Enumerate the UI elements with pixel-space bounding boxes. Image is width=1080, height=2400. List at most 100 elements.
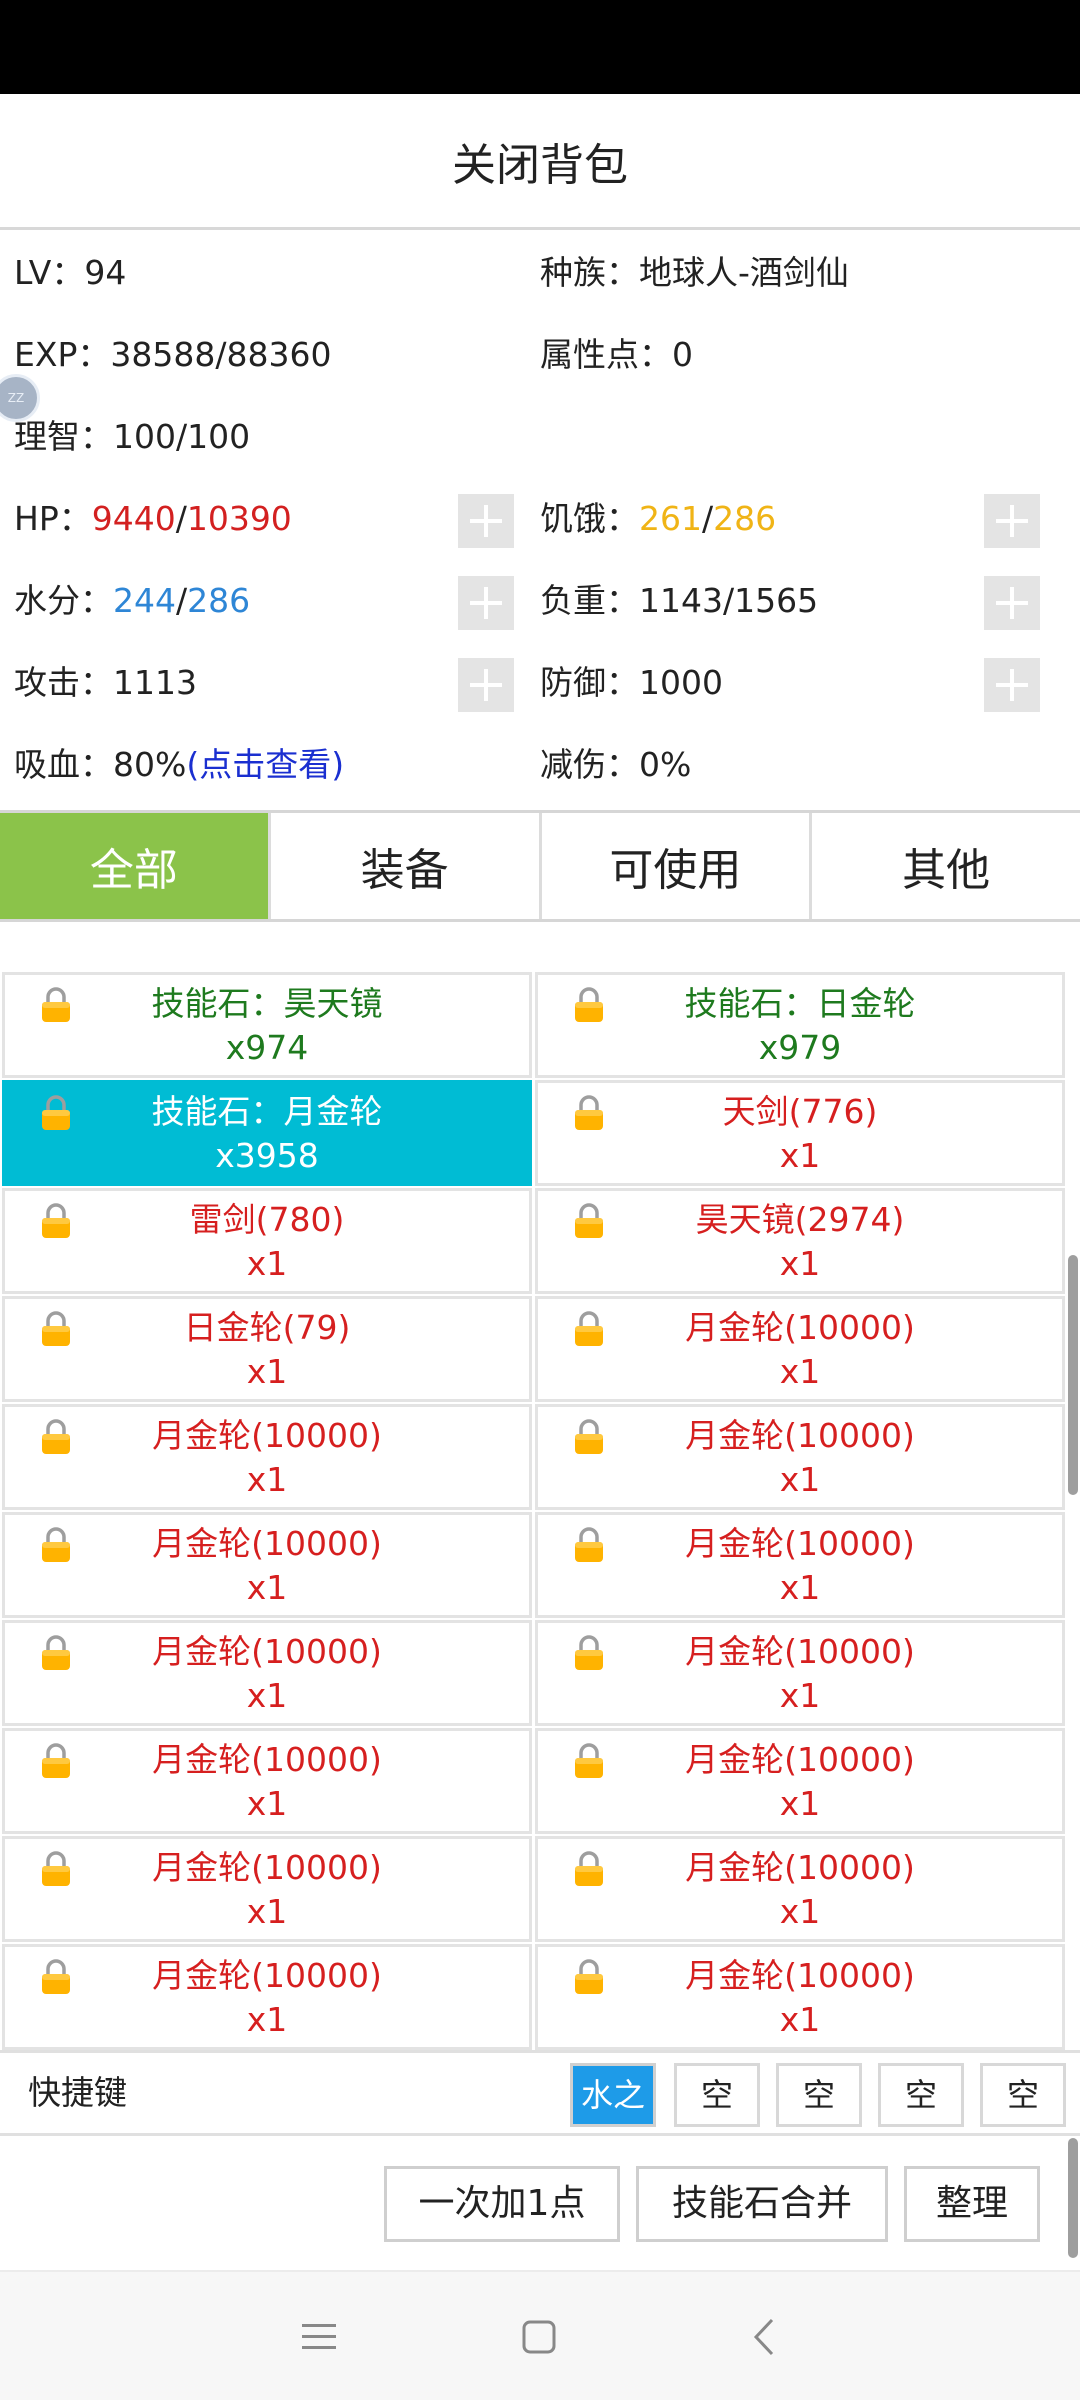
item-name: 月金轮(10000)	[685, 1308, 915, 1347]
add-attack-button[interactable]	[458, 658, 514, 712]
inventory-item[interactable]: 月金轮(10000) x1	[2, 1728, 532, 1834]
inventory-item[interactable]: 月金轮(10000) x1	[535, 1728, 1065, 1834]
item-count: x1	[246, 1784, 288, 1823]
item-count: x1	[779, 1136, 821, 1175]
item-name: 月金轮(10000)	[152, 1848, 382, 1887]
inventory-item[interactable]: 雷剑(780) x1	[2, 1188, 532, 1294]
tab-usable[interactable]: 可使用	[541, 813, 813, 919]
menu-icon[interactable]	[294, 2312, 344, 2362]
add-one-point-button[interactable]: 一次加1点	[384, 2166, 620, 2242]
item-count: x1	[779, 1892, 821, 1931]
item-count: x1	[779, 1784, 821, 1823]
stat-level: LV：94	[14, 253, 127, 292]
add-water-button[interactable]	[458, 576, 514, 630]
stat-water: 水分：244/286	[14, 581, 251, 620]
tab-other[interactable]: 其他	[812, 813, 1080, 919]
inventory-item[interactable]: 天剑(776) x1	[535, 1080, 1065, 1186]
add-defense-button[interactable]	[984, 658, 1040, 712]
item-count: x1	[246, 2000, 288, 2039]
stat-attack: 攻击：1113	[14, 663, 197, 702]
stat-damage-reduction: 减伤：0%	[540, 745, 692, 784]
item-name: 雷剑(780)	[189, 1200, 345, 1239]
shortcut-label: 快捷键	[28, 2073, 127, 2112]
stat-lifesteal: 吸血：80%(点击查看)	[14, 745, 345, 784]
inventory-grid: 技能石：昊天镜 x974 技能石：日金轮 x979 技能石：月金轮 x3958 天剑(776…	[0, 925, 1080, 2050]
inventory-item[interactable]: 月金轮(10000) x1	[535, 1836, 1065, 1942]
inventory-item[interactable]: 月金轮(10000) x1	[535, 1944, 1065, 2050]
item-name: 技能石：昊天镜	[151, 984, 383, 1023]
item-name: 月金轮(10000)	[152, 1956, 382, 1995]
tab-equipment[interactable]: 装备	[270, 813, 542, 919]
item-name: 月金轮(10000)	[685, 1632, 915, 1671]
item-count: x1	[246, 1568, 288, 1607]
item-name: 月金轮(10000)	[685, 1740, 915, 1779]
shortcut-bar: 快捷键 水之 空 空 空 空	[0, 2050, 1080, 2136]
add-hunger-button[interactable]	[984, 494, 1040, 548]
item-count: x1	[246, 1676, 288, 1715]
item-name: 日金轮(79)	[183, 1308, 351, 1347]
stats-panel: LV：94 种族：地球人-酒剑仙 EXP：38588/88360 属性点：0 理…	[0, 232, 1080, 808]
inventory-item[interactable]: 月金轮(10000) x1	[2, 1620, 532, 1726]
inventory-item[interactable]: 月金轮(10000) x1	[535, 1512, 1065, 1618]
stat-defense: 防御：1000	[540, 663, 723, 702]
item-name: 月金轮(10000)	[685, 1524, 915, 1563]
inventory-item[interactable]: 月金轮(10000) x1	[535, 1620, 1065, 1726]
lifesteal-detail-link[interactable]: (点击查看)	[186, 745, 344, 784]
item-name: 月金轮(10000)	[152, 1632, 382, 1671]
item-count: x974	[225, 1028, 309, 1067]
system-nav-bar	[0, 2270, 1080, 2400]
shortcut-slot-4[interactable]: 空	[878, 2063, 964, 2127]
item-name: 月金轮(10000)	[685, 1848, 915, 1887]
item-count: x1	[779, 1352, 821, 1391]
item-name: 技能石：日金轮	[684, 984, 916, 1023]
shortcut-slot-5[interactable]: 空	[980, 2063, 1066, 2127]
add-hp-button[interactable]	[458, 494, 514, 548]
action-bar: 一次加1点 技能石合并 整理	[0, 2140, 1080, 2268]
back-chevron-icon[interactable]	[742, 2312, 792, 2362]
stat-race: 种族：地球人-酒剑仙	[540, 253, 849, 292]
item-name: 月金轮(10000)	[685, 1416, 915, 1455]
inventory-item[interactable]: 月金轮(10000) x1	[2, 1944, 532, 2050]
inventory-item[interactable]: 月金轮(10000) x1	[535, 1296, 1065, 1402]
inventory-item[interactable]: 月金轮(10000) x1	[2, 1404, 532, 1510]
add-load-button[interactable]	[984, 576, 1040, 630]
stat-hunger: 饥饿：261/286	[540, 499, 777, 538]
inventory-item[interactable]: 月金轮(10000) x1	[2, 1836, 532, 1942]
item-name: 月金轮(10000)	[152, 1524, 382, 1563]
item-count: x1	[779, 1244, 821, 1283]
inventory-scrollbar[interactable]	[1068, 1255, 1078, 1495]
inventory-item[interactable]: 技能石：昊天镜 x974	[2, 972, 532, 1078]
item-count: x1	[779, 1460, 821, 1499]
inventory-item[interactable]: 日金轮(79) x1	[2, 1296, 532, 1402]
inventory-item[interactable]: 技能石：月金轮 x3958	[2, 1080, 532, 1186]
item-name: 天剑(776)	[722, 1092, 878, 1131]
page-scrollbar[interactable]	[1068, 2138, 1078, 2258]
inventory-item[interactable]: 昊天镜(2974) x1	[535, 1188, 1065, 1294]
item-name: 月金轮(10000)	[152, 1416, 382, 1455]
item-count: x1	[246, 1352, 288, 1391]
home-square-icon[interactable]	[514, 2312, 564, 2362]
inventory-item[interactable]: 月金轮(10000) x1	[2, 1512, 532, 1618]
stat-hp: HP：9440/10390	[14, 499, 292, 538]
stat-load: 负重：1143/1565	[540, 581, 819, 620]
inventory-item[interactable]: 技能石：日金轮 x979	[535, 972, 1065, 1078]
item-name: 月金轮(10000)	[685, 1956, 915, 1995]
item-count: x1	[779, 1568, 821, 1607]
status-bar	[0, 0, 1080, 94]
inventory-item[interactable]: 月金轮(10000) x1	[535, 1404, 1065, 1510]
stat-attribute-points: 属性点：0	[540, 335, 693, 374]
shortcut-slot-1[interactable]: 水之	[570, 2063, 656, 2127]
item-name: 月金轮(10000)	[152, 1740, 382, 1779]
shortcut-slot-2[interactable]: 空	[674, 2063, 760, 2127]
item-count: x1	[246, 1460, 288, 1499]
merge-skill-stones-button[interactable]: 技能石合并	[636, 2166, 888, 2242]
sort-button[interactable]: 整理	[904, 2166, 1040, 2242]
close-bag-label: 关闭背包	[452, 139, 628, 191]
close-bag-button[interactable]: 关闭背包	[0, 94, 1080, 230]
item-count: x1	[246, 1244, 288, 1283]
shortcut-slot-3[interactable]: 空	[776, 2063, 862, 2127]
item-count: x979	[758, 1028, 842, 1067]
stat-sanity: 理智：100/100	[14, 417, 251, 456]
tab-all[interactable]: 全部	[0, 813, 271, 919]
item-name: 技能石：月金轮	[151, 1092, 383, 1131]
